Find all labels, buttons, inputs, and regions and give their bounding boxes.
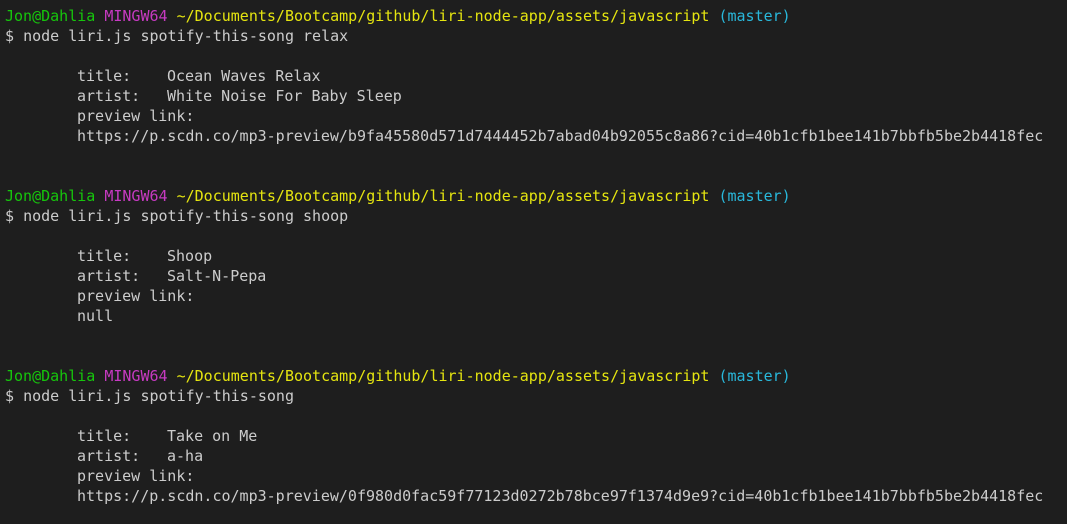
command-text: node liri.js spotify-this-song [23,387,294,405]
title-label: title: [77,427,132,445]
output-artist: artist: Salt-N-Pepa [5,266,1067,286]
preview-link[interactable]: https://p.scdn.co/mp3-preview/0f980d0fac… [77,487,1043,505]
prompt-branch: (master) [718,367,791,385]
output-preview-link: https://p.scdn.co/mp3-preview/0f980d0fac… [5,486,1067,506]
output-title: title: Ocean Waves Relax [5,66,1067,86]
prompt-host: Dahlia [41,187,96,205]
prompt-symbol: $ [5,27,15,45]
title-value: Ocean Waves Relax [167,67,321,85]
output-preview-link: https://p.scdn.co/mp3-preview/b9fa45580d… [5,126,1067,146]
artist-value: Salt-N-Pepa [167,267,267,285]
title-value: Shoop [167,247,213,265]
prompt-system: MINGW64 [104,7,168,25]
artist-value: a-ha [167,447,204,465]
prompt-user: Jon [5,187,33,205]
prompt-symbol: $ [5,207,15,225]
prompt-system: MINGW64 [104,187,168,205]
title-value: Take on Me [167,427,258,445]
prompt-at: @ [32,367,42,385]
output-preview-label: preview link: [5,106,1067,126]
prompt-path: ~/Documents/Bootcamp/github/liri-node-ap… [176,187,710,205]
prompt-path: ~/Documents/Bootcamp/github/liri-node-ap… [176,367,710,385]
prompt-branch: (master) [718,187,791,205]
prompt-system: MINGW64 [104,367,168,385]
prompt-at: @ [32,187,42,205]
prompt-host: Dahlia [41,7,96,25]
output-preview-label: preview link: [5,466,1067,486]
output-title: title: Take on Me [5,426,1067,446]
preview-label: preview link: [77,467,195,485]
preview-label: preview link: [77,287,195,305]
prompt-user: Jon [5,7,33,25]
prompt-path: ~/Documents/Bootcamp/github/liri-node-ap… [176,7,710,25]
command-line: $ node liri.js spotify-this-song relax [5,26,1067,46]
prompt-line: Jon@Dahlia MINGW64 ~/Documents/Bootcamp/… [5,186,1067,206]
output-title: title: Shoop [5,246,1067,266]
prompt-symbol: $ [5,387,15,405]
output-artist: artist: White Noise For Baby Sleep [5,86,1067,106]
output-artist: artist: a-ha [5,446,1067,466]
output-preview-label: preview link: [5,286,1067,306]
prompt-user: Jon [5,367,33,385]
artist-label: artist: [77,267,141,285]
artist-label: artist: [77,447,141,465]
terminal-window[interactable]: Jon@Dahlia MINGW64 ~/Documents/Bootcamp/… [0,0,1067,524]
preview-label: preview link: [77,107,195,125]
preview-link[interactable]: https://p.scdn.co/mp3-preview/b9fa45580d… [77,127,1043,145]
command-text: node liri.js spotify-this-song relax [23,27,349,45]
output-preview-link: null [5,306,1067,326]
prompt-line: Jon@Dahlia MINGW64 ~/Documents/Bootcamp/… [5,366,1067,386]
prompt-line: Jon@Dahlia MINGW64 ~/Documents/Bootcamp/… [5,6,1067,26]
artist-label: artist: [77,87,141,105]
command-line: $ node liri.js spotify-this-song shoop [5,206,1067,226]
prompt-host: Dahlia [41,367,96,385]
title-label: title: [77,67,132,85]
title-label: title: [77,247,132,265]
command-text: node liri.js spotify-this-song shoop [23,207,349,225]
prompt-branch: (master) [718,7,791,25]
artist-value: White Noise For Baby Sleep [167,87,402,105]
prompt-at: @ [32,7,42,25]
preview-link: null [77,307,114,325]
command-line: $ node liri.js spotify-this-song [5,386,1067,406]
